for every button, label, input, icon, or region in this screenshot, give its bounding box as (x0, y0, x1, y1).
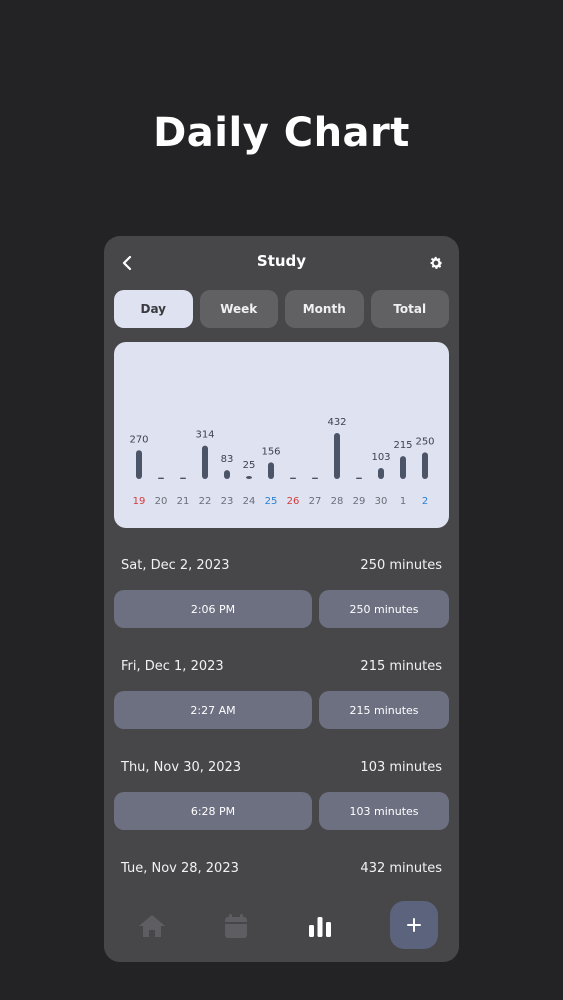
chart-x-tick-label: 30 (375, 496, 388, 507)
day-total: 215 minutes (360, 658, 442, 674)
day-date: Thu, Nov 30, 2023 (121, 759, 242, 775)
day-group: Tue, Nov 28, 2023 432 minutes (114, 851, 449, 885)
chart-bar (224, 470, 230, 479)
session-row[interactable]: 2:06 PM 250 minutes (114, 590, 449, 628)
session-time[interactable]: 2:27 AM (114, 691, 312, 729)
top-bar: Study (104, 236, 459, 288)
day-date: Tue, Nov 28, 2023 (121, 860, 239, 876)
session-time[interactable]: 2:06 PM (114, 590, 312, 628)
chart-x-tick-label: 2 (422, 496, 428, 507)
page-hero-title: Daily Chart (153, 110, 410, 156)
session-row[interactable]: 6:28 PM 103 minutes (114, 792, 449, 830)
day-date: Sat, Dec 2, 2023 (121, 557, 230, 573)
chart-bar (356, 477, 362, 479)
chart-value-label: 103 (371, 452, 390, 463)
session-duration[interactable]: 215 minutes (319, 691, 449, 729)
settings-button[interactable] (425, 252, 447, 274)
session-duration[interactable]: 250 minutes (319, 590, 449, 628)
day-group: Thu, Nov 30, 2023 103 minutes 6:28 PM 10… (114, 750, 449, 830)
chart-value-label: 83 (221, 454, 234, 465)
chart-x-tick-label: 23 (221, 496, 234, 507)
chart-value-label: 156 (261, 446, 280, 457)
chart-value-label: 25 (243, 460, 256, 471)
nav-calendar[interactable] (212, 902, 260, 950)
chart-bar (422, 452, 428, 479)
chart-x-tick-label: 1 (400, 496, 406, 507)
tab-total[interactable]: Total (370, 290, 449, 328)
session-row[interactable]: 2:27 AM 215 minutes (114, 691, 449, 729)
chart-x-tick-label: 28 (331, 496, 344, 507)
gear-icon (430, 256, 443, 269)
plus-icon (407, 918, 421, 932)
chart-value-label: 270 (129, 434, 148, 445)
screen-title: Study (256, 252, 307, 270)
chart-bar (136, 450, 142, 479)
chart-value-label: 215 (393, 440, 412, 451)
chart-x-tick-label: 26 (287, 496, 300, 507)
chart-x-tick-label: 24 (243, 496, 256, 507)
day-group: Fri, Dec 1, 2023 215 minutes 2:27 AM 215… (114, 649, 449, 729)
chart-x-tick-label: 21 (177, 496, 190, 507)
chart-x-tick-label: 19 (133, 496, 146, 507)
chart-x-tick-label: 27 (309, 496, 322, 507)
nav-chart[interactable] (296, 902, 344, 950)
chart-x-tick-label: 25 (265, 496, 278, 507)
day-total: 432 minutes (360, 860, 442, 876)
add-button[interactable] (390, 901, 438, 949)
nav-home[interactable] (128, 902, 176, 950)
day-header: Thu, Nov 30, 2023 103 minutes (114, 750, 449, 784)
chart-bar (334, 433, 340, 479)
chart-value-label: 314 (195, 430, 214, 441)
day-date: Fri, Dec 1, 2023 (121, 658, 224, 674)
chart-x-tick-label: 22 (199, 496, 212, 507)
day-header: Sat, Dec 2, 2023 250 minutes (114, 548, 449, 582)
chart-bar (158, 477, 164, 479)
chart-x-tick-label: 20 (155, 496, 168, 507)
chart-bar (290, 477, 296, 479)
chart-bar (378, 468, 384, 479)
day-header: Tue, Nov 28, 2023 432 minutes (114, 851, 449, 885)
bar-chart-icon (309, 917, 331, 937)
chart-bar (400, 456, 406, 479)
session-time[interactable]: 6:28 PM (114, 792, 312, 830)
tab-day[interactable]: Day (114, 290, 193, 328)
day-header: Fri, Dec 1, 2023 215 minutes (114, 649, 449, 683)
period-tabs: Day Week Month Total (114, 290, 449, 328)
chart-value-label: 432 (327, 417, 346, 428)
session-duration[interactable]: 103 minutes (319, 792, 449, 830)
day-group: Sat, Dec 2, 2023 250 minutes 2:06 PM 250… (114, 548, 449, 628)
daily-sessions-list: Sat, Dec 2, 2023 250 minutes 2:06 PM 250… (114, 548, 449, 906)
home-icon (139, 915, 165, 937)
tab-week[interactable]: Week (199, 290, 278, 328)
chart-x-tick-label: 29 (353, 496, 366, 507)
chart-value-label: 250 (415, 436, 434, 447)
daily-bar-chart: 27019 20 21314228323252415625 26 2743228 2910… (129, 417, 434, 507)
chart-bar (202, 445, 208, 479)
chart-bar (246, 476, 252, 479)
tab-month[interactable]: Month (285, 290, 364, 328)
calendar-icon (225, 914, 247, 938)
chart-bar (312, 477, 318, 479)
day-total: 103 minutes (360, 759, 442, 775)
daily-chart-card: 270 19 20 21 314 22 83 23 25 24 156 25 26 27 432 28 29 10… (114, 342, 449, 528)
phone-screen: Study Day Week Month Total 270 19 20 21 314 2… (104, 236, 459, 962)
day-total: 250 minutes (360, 557, 442, 573)
chart-bar (268, 462, 274, 479)
bottom-nav (104, 896, 459, 962)
chart-bar (180, 477, 186, 479)
